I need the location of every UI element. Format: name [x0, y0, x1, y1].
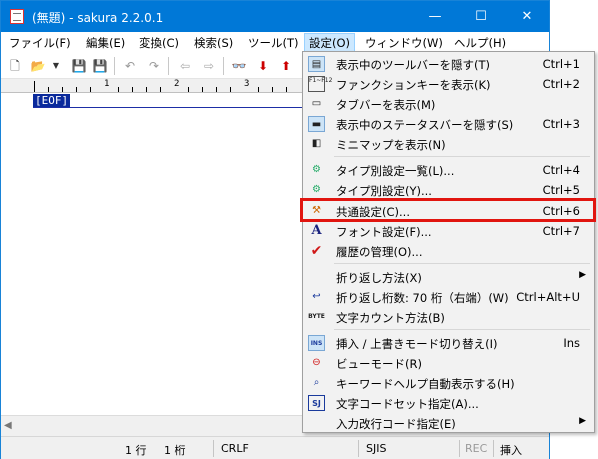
type-list-icon: ⚙ — [312, 164, 321, 175]
menu-item-show-tabbar[interactable]: ▭ タブバーを表示(M) — [304, 94, 593, 114]
menu-item-type-settings[interactable]: ⚙ タイプ別設定(Y)... Ctrl+5 — [304, 180, 593, 200]
menu-convert[interactable]: 変換(C) — [139, 35, 179, 51]
find-prev-icon[interactable]: ⬆ — [278, 58, 294, 74]
menu-file[interactable]: ファイル(F) — [9, 35, 71, 51]
submenu-arrow-icon: ▶ — [579, 416, 586, 426]
keyword-help-icon: ⌕ — [313, 377, 320, 388]
type-settings-icon: ⚙ — [312, 184, 321, 195]
menu-item-hide-toolbar[interactable]: ▤ 表示中のツールバーを隠す(T) Ctrl+1 — [304, 54, 593, 74]
status-eol[interactable]: CRLF — [221, 442, 249, 455]
menu-item-hide-statusbar[interactable]: ▬ 表示中のステータスバーを隠す(S) Ctrl+3 — [304, 114, 593, 134]
open-folder-icon[interactable]: 📂 — [30, 58, 46, 74]
highlight-box — [300, 198, 596, 222]
cursor-line — [33, 107, 303, 108]
forward-icon[interactable]: ⇨ — [201, 58, 217, 74]
status-column: 1 桁 — [164, 444, 186, 457]
wrap-icon: ↩ — [312, 291, 321, 302]
menu-search[interactable]: 検索(S) — [194, 35, 233, 51]
find-icon[interactable]: 👓 — [231, 58, 247, 74]
save-all-icon[interactable]: 💾 — [92, 58, 108, 74]
eof-marker: [EOF] — [33, 94, 71, 107]
save-icon[interactable]: 💾 — [71, 58, 87, 74]
menu-item-insert-overwrite[interactable]: INS 挿入 / 上書きモード切り替え(I) Ins — [304, 333, 593, 353]
submenu-arrow-icon: ▶ — [579, 270, 586, 280]
menu-window[interactable]: ウィンドウ(W) — [365, 35, 443, 51]
menu-edit[interactable]: 編集(E) — [86, 35, 125, 51]
statusbar-icon: ▬ — [308, 116, 325, 132]
status-insert-mode[interactable]: 挿入 — [500, 442, 522, 458]
byte-icon: BYTE — [308, 313, 325, 320]
window-title: (無題) - sakura 2.2.0.1 — [32, 11, 164, 25]
toolbar-separator — [223, 57, 224, 75]
menu-tools[interactable]: ツール(T) — [248, 35, 299, 51]
ruler-mark: 2 — [174, 79, 180, 89]
back-icon[interactable]: ⇦ — [177, 58, 193, 74]
close-button[interactable]: ✕ — [504, 1, 550, 32]
toolbar-icon: ▤ — [308, 56, 325, 72]
toolbar-separator — [114, 57, 115, 75]
insert-mode-icon: INS — [308, 335, 325, 351]
menu-item-char-count[interactable]: BYTE 文字カウント方法(B) — [304, 307, 593, 327]
scroll-left-icon[interactable]: ◀ — [4, 420, 12, 431]
function-key-icon: F1~F12 — [308, 76, 332, 92]
minimap-icon: ◧ — [311, 138, 322, 149]
ruler-mark: 1 — [104, 79, 110, 89]
status-rec: REC — [465, 442, 488, 455]
tabbar-icon: ▭ — [311, 98, 322, 109]
redo-icon[interactable]: ↷ — [146, 58, 162, 74]
menu-item-show-function-keys[interactable]: F1~F12 ファンクションキーを表示(K) Ctrl+2 — [304, 74, 593, 94]
menu-item-wrap-method[interactable]: 折り返し方法(X) ▶ — [304, 267, 593, 287]
charset-icon: SJ — [308, 395, 325, 411]
history-check-icon: ✔ — [310, 243, 323, 259]
menu-item-keyword-help[interactable]: ⌕ キーワードヘルプ自動表示する(H) — [304, 373, 593, 393]
ruler-mark: 3 — [244, 79, 250, 89]
minimize-button[interactable]: — — [412, 1, 458, 32]
settings-dropdown-menu: ▤ 表示中のツールバーを隠す(T) Ctrl+1 F1~F12 ファンクションキ… — [302, 51, 595, 433]
new-file-icon[interactable]: 🗋 — [7, 58, 23, 74]
maximize-button[interactable]: ☐ — [458, 1, 504, 32]
undo-icon[interactable]: ↶ — [122, 58, 138, 74]
status-line: 1 行 — [125, 444, 147, 457]
status-encoding[interactable]: SJIS — [366, 442, 386, 455]
notepad-icon — [10, 9, 24, 24]
toolbar-separator — [168, 57, 169, 75]
menu-settings[interactable]: 設定(O) — [304, 33, 356, 52]
menu-item-view-mode[interactable]: ⊖ ビューモード(R) — [304, 353, 593, 373]
ruler-origin — [34, 81, 35, 92]
menu-item-input-eol[interactable]: 入力改行コード指定(E) ▶ — [304, 413, 593, 433]
view-mode-icon: ⊖ — [312, 357, 321, 368]
open-dropdown-icon[interactable]: ▼ — [48, 58, 64, 74]
menu-item-show-minimap[interactable]: ◧ ミニマップを表示(N) — [304, 134, 593, 154]
find-next-icon[interactable]: ⬇ — [255, 58, 271, 74]
menu-item-wrap-columns[interactable]: ↩ 折り返し桁数: 70 桁（右端）(W) Ctrl+Alt+U — [304, 287, 593, 307]
menu-item-history[interactable]: ✔ 履歴の管理(O)... — [304, 241, 593, 261]
menu-help[interactable]: ヘルプ(H) — [454, 35, 506, 51]
font-icon: A — [311, 223, 322, 238]
menu-item-charset[interactable]: SJ 文字コードセット指定(A)... — [304, 393, 593, 413]
menu-item-font-settings[interactable]: A フォント設定(F)... Ctrl+7 — [304, 221, 593, 241]
status-bar: 1 行 1 桁 CRLF SJIS REC 挿入 — [1, 436, 549, 459]
menu-bar: ファイル(F) 編集(E) 変換(C) 検索(S) ツール(T) 設定(O) ウ… — [1, 32, 549, 53]
menu-item-type-list[interactable]: ⚙ タイプ別設定一覧(L)... Ctrl+4 — [304, 160, 593, 180]
title-bar[interactable]: (無題) - sakura 2.2.0.1 — ☐ ✕ — [1, 1, 549, 32]
